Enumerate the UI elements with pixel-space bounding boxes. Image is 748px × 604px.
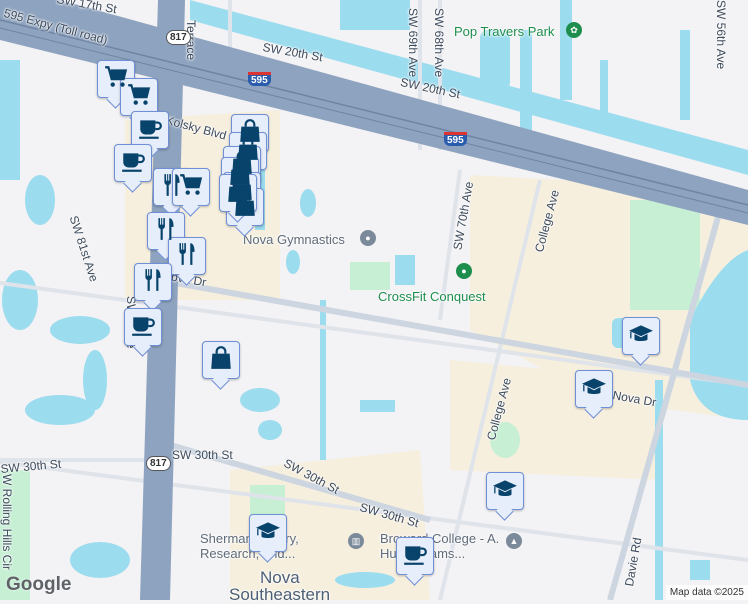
- school-icon: [628, 321, 654, 352]
- school-pin-icon[interactable]: ▲: [506, 533, 522, 549]
- shopping-bag-marker[interactable]: [202, 341, 240, 379]
- fitness-pin-icon[interactable]: ●: [456, 263, 472, 279]
- coffee-icon: [137, 115, 163, 146]
- route-817-shield: 817: [166, 30, 191, 45]
- restaurant-marker[interactable]: [168, 237, 206, 275]
- restaurant-icon: [140, 267, 166, 298]
- shopping-cart-icon: [178, 172, 204, 203]
- route-817-shield-b: 817: [146, 456, 171, 471]
- place-pin-icon[interactable]: ●: [360, 230, 376, 246]
- shopping-cart-marker[interactable]: [172, 168, 210, 206]
- road-label-sw-68th: SW 68th Ave: [432, 8, 446, 78]
- google-logo: Google: [6, 574, 72, 595]
- shopping-cart-icon: [126, 82, 152, 113]
- place-nova-gymnastics[interactable]: Nova Gymnastics: [243, 232, 345, 247]
- road-label-rolling-hills: W Rolling Hills Cir: [0, 474, 14, 571]
- school-marker[interactable]: [622, 317, 660, 355]
- interstate-595-shield: 595: [248, 72, 271, 86]
- school-marker[interactable]: [249, 514, 287, 552]
- library-pin-icon[interactable]: ▥: [348, 533, 364, 549]
- coffee-icon: [130, 312, 156, 343]
- shopping-bag-icon: [208, 345, 234, 376]
- coffee-icon: [120, 148, 146, 179]
- school-icon: [581, 374, 607, 405]
- coffee-marker[interactable]: [114, 144, 152, 182]
- place-crossfit-conquest[interactable]: CrossFit Conquest: [378, 289, 486, 304]
- park-pin-icon[interactable]: ✿: [566, 22, 582, 38]
- coffee-marker[interactable]: [396, 537, 434, 575]
- school-marker[interactable]: [486, 472, 524, 510]
- map-attribution[interactable]: Map data ©2025: [665, 585, 748, 600]
- road-label-sw-69th: SW 69th Ave: [406, 8, 420, 78]
- coffee-marker[interactable]: [124, 308, 162, 346]
- restaurant-marker[interactable]: [134, 263, 172, 301]
- school-icon: [255, 518, 281, 549]
- road-label-sw-30th-a: SW 30th St: [172, 448, 233, 462]
- coffee-icon: [402, 541, 428, 572]
- road-label-sw-56th: SW 56th Ave: [714, 0, 728, 70]
- place-nova-southeastern-2: Southeastern: [229, 585, 331, 604]
- school-icon: [492, 476, 518, 507]
- interstate-595-shield-b: 595: [444, 132, 467, 146]
- school-marker[interactable]: [575, 370, 613, 408]
- place-pop-travers-park[interactable]: Pop Travers Park: [454, 24, 554, 39]
- restaurant-icon: [174, 241, 200, 272]
